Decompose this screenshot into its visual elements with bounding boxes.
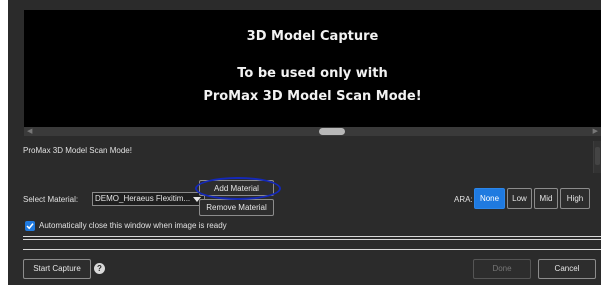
select-material-label: Select Material:	[23, 195, 79, 204]
ara-option-none[interactable]: None	[474, 188, 505, 209]
preview-title: 3D Model Capture	[246, 29, 379, 44]
scroll-left-icon[interactable]: ◀	[27, 127, 32, 136]
status-text: ProMax 3D Model Scan Mode!	[23, 146, 132, 155]
status-scroll-thumb[interactable]	[595, 147, 600, 165]
status-scrollbar[interactable]	[593, 141, 601, 173]
done-button[interactable]: Done	[473, 259, 531, 279]
cancel-button[interactable]: Cancel	[538, 259, 596, 279]
auto-close-label: Automatically close this window when ima…	[39, 221, 227, 230]
material-select-value: DEMO_Heraeus Flexitim...	[95, 194, 191, 203]
help-icon[interactable]: ?	[94, 263, 105, 274]
remove-material-button[interactable]: Remove Material	[199, 199, 274, 216]
ara-option-high[interactable]: High	[560, 188, 590, 209]
checkmark-icon	[26, 223, 34, 230]
add-material-button[interactable]: Add Material	[199, 180, 274, 196]
ara-option-mid[interactable]: Mid	[534, 188, 558, 209]
ara-label: ARA:	[454, 195, 473, 204]
preview-line-2: ProMax 3D Model Scan Mode!	[203, 89, 422, 104]
horizontal-scroll-thumb[interactable]	[319, 128, 345, 135]
footer-divider	[23, 249, 601, 250]
material-select[interactable]: DEMO_Heraeus Flexitim...	[92, 192, 205, 206]
capture-window: 3D Model Capture To be used only with Pr…	[8, 0, 601, 285]
auto-close-checkbox[interactable]	[25, 221, 35, 231]
preview-line-1: To be used only with	[237, 66, 388, 81]
capture-preview: 3D Model Capture To be used only with Pr…	[24, 10, 601, 127]
horizontal-scrollbar[interactable]: ◀ ▶	[24, 127, 601, 136]
progress-bar	[23, 236, 601, 240]
scroll-right-icon[interactable]: ▶	[593, 127, 598, 136]
ara-option-low[interactable]: Low	[507, 188, 532, 209]
start-capture-button[interactable]: Start Capture	[23, 259, 91, 279]
